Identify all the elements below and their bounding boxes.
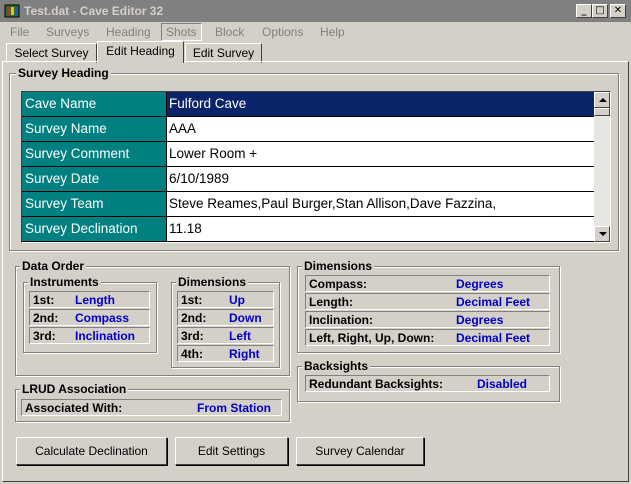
unit-label: Left, Right, Up, Down: <box>309 331 435 345</box>
arrow-up-icon <box>599 98 607 102</box>
order-label: 2nd: <box>181 311 207 325</box>
grid-label: Survey Date <box>22 167 167 192</box>
lrud-association-title: LRUD Association <box>20 382 129 396</box>
grid-label: Survey Name <box>22 117 167 142</box>
survey-heading-grid[interactable]: Cave Name Fulford Cave Survey Name AAA S… <box>21 91 611 243</box>
grid-label: Survey Declination <box>22 217 167 242</box>
tab-edit-survey[interactable]: Edit Survey <box>185 43 262 63</box>
grid-value[interactable]: Steve Reames,Paul Burger,Stan Allison,Da… <box>167 192 594 217</box>
order-value: Right <box>229 347 260 361</box>
tab-edit-heading[interactable]: Edit Heading <box>97 41 184 63</box>
grid-row-survey-team[interactable]: Survey Team Steve Reames,Paul Burger,Sta… <box>22 192 594 217</box>
order-label: 3rd: <box>33 329 56 343</box>
title-bar[interactable]: Test.dat - Cave Editor 32 _ □ ✕ <box>0 0 631 22</box>
survey-heading-title: Survey Heading <box>16 66 111 80</box>
minimize-icon: _ <box>581 5 587 16</box>
dimensions-units-title: Dimensions <box>302 259 375 273</box>
dimension-order-row[interactable]: 3rd: Left <box>177 327 274 344</box>
menu-shots[interactable]: Shots <box>161 23 202 41</box>
menu-block[interactable]: Block <box>215 25 244 39</box>
unit-row-lrud[interactable]: Left, Right, Up, Down: Decimal Feet <box>305 329 550 346</box>
instruments-title: Instruments <box>28 275 101 289</box>
close-icon: ✕ <box>613 5 623 16</box>
scroll-down-button[interactable] <box>594 226 610 242</box>
order-value: Inclination <box>75 329 135 343</box>
scroll-thumb[interactable] <box>594 108 610 116</box>
unit-value: Decimal Feet <box>456 295 531 309</box>
survey-calendar-button[interactable]: Survey Calendar <box>296 437 424 465</box>
unit-row-length[interactable]: Length: Decimal Feet <box>305 293 550 310</box>
grid-row-survey-comment[interactable]: Survey Comment Lower Room + <box>22 142 594 167</box>
unit-value: Degrees <box>456 313 504 327</box>
grid-row-cave-name[interactable]: Cave Name Fulford Cave <box>22 92 594 117</box>
grid-row-survey-name[interactable]: Survey Name AAA <box>22 117 594 142</box>
order-label: 4th: <box>181 347 203 361</box>
order-label: 1st: <box>181 293 203 307</box>
window-title: Test.dat - Cave Editor 32 <box>24 4 164 18</box>
minimize-button[interactable]: _ <box>576 4 592 18</box>
cave-editor-app-icon[interactable] <box>4 3 20 19</box>
order-value: Compass <box>75 311 130 325</box>
unit-value: Degrees <box>456 277 504 291</box>
maximize-button[interactable]: □ <box>592 4 608 18</box>
grid-row-survey-declination[interactable]: Survey Declination 11.18 <box>22 217 594 242</box>
scroll-up-button[interactable] <box>594 92 610 108</box>
menu-heading[interactable]: Heading <box>106 25 151 39</box>
backsights-value: Disabled <box>477 377 528 391</box>
unit-row-compass[interactable]: Compass: Degrees <box>305 275 550 292</box>
lrud-value: From Station <box>197 401 271 415</box>
instrument-order-row[interactable]: 3rd: Inclination <box>29 327 150 344</box>
data-order-title: Data Order <box>20 259 87 273</box>
grid-label: Cave Name <box>22 92 167 117</box>
dimension-order-row[interactable]: 1st: Up <box>177 291 274 308</box>
grid-value[interactable]: 11.18 <box>167 217 594 242</box>
order-label: 1st: <box>33 293 55 307</box>
menu-bar: File Surveys Heading Shots Block Options… <box>0 22 631 42</box>
dimension-order-row[interactable]: 2nd: Down <box>177 309 274 326</box>
order-value: Down <box>229 311 262 325</box>
unit-row-inclination[interactable]: Inclination: Degrees <box>305 311 550 328</box>
menu-options[interactable]: Options <box>262 25 303 39</box>
order-value: Up <box>229 293 245 307</box>
instrument-order-row[interactable]: 2nd: Compass <box>29 309 150 326</box>
grid-value[interactable]: Fulford Cave <box>167 92 594 117</box>
order-value: Left <box>229 329 251 343</box>
menu-file[interactable]: File <box>10 25 29 39</box>
backsights-title: Backsights <box>302 359 371 373</box>
grid-label: Survey Team <box>22 192 167 217</box>
instrument-order-row[interactable]: 1st: Length <box>29 291 150 308</box>
grid-value[interactable]: AAA <box>167 117 594 142</box>
lrud-association-row[interactable]: Associated With: From Station <box>21 399 282 416</box>
arrow-down-icon <box>599 232 607 236</box>
order-value: Length <box>75 293 115 307</box>
grid-label: Survey Comment <box>22 142 167 167</box>
grid-vertical-scrollbar[interactable] <box>594 92 610 242</box>
menu-help[interactable]: Help <box>320 25 345 39</box>
dimensions-order-title: Dimensions <box>176 275 249 289</box>
menu-surveys[interactable]: Surveys <box>46 25 89 39</box>
backsights-label: Redundant Backsights: <box>309 377 444 391</box>
order-label: 2nd: <box>33 311 59 325</box>
backsights-row[interactable]: Redundant Backsights: Disabled <box>305 375 550 392</box>
edit-settings-button[interactable]: Edit Settings <box>175 437 288 465</box>
grid-value[interactable]: Lower Room + <box>167 142 594 167</box>
close-button[interactable]: ✕ <box>610 4 626 18</box>
grid-value[interactable]: 6/10/1989 <box>167 167 594 192</box>
unit-label: Length: <box>309 295 353 309</box>
dimension-order-row[interactable]: 4th: Right <box>177 345 274 362</box>
unit-label: Inclination: <box>309 313 373 327</box>
order-label: 3rd: <box>181 329 204 343</box>
lrud-label: Associated With: <box>25 401 123 415</box>
grid-row-survey-date[interactable]: Survey Date 6/10/1989 <box>22 167 594 192</box>
maximize-icon: □ <box>595 5 605 16</box>
unit-value: Decimal Feet <box>456 331 531 345</box>
unit-label: Compass: <box>309 277 368 291</box>
calculate-declination-button[interactable]: Calculate Declination <box>16 437 167 465</box>
tab-select-survey[interactable]: Select Survey <box>6 43 97 63</box>
